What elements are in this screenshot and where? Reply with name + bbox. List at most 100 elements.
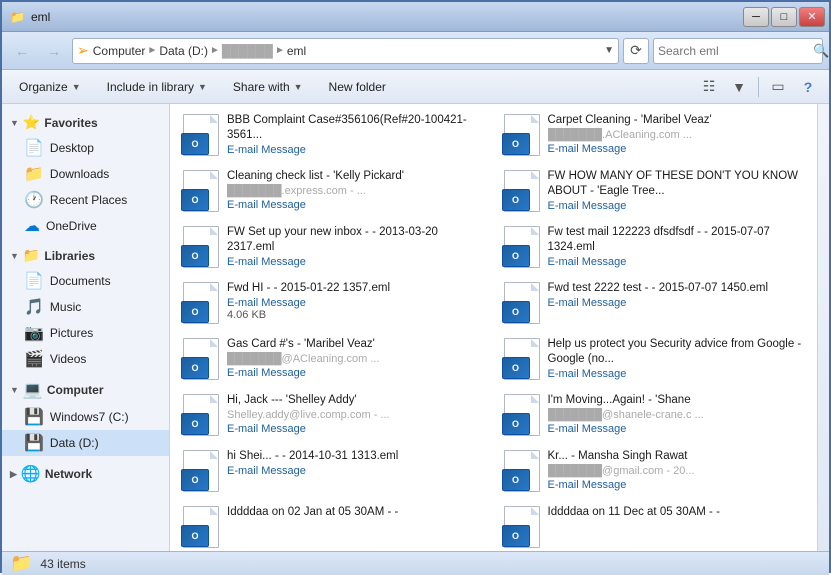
outlook-overlay-3: O <box>502 189 530 211</box>
back-button[interactable]: ← <box>8 38 36 64</box>
file-name-15: Iddddaa on 11 Dec at 05 30AM - - <box>548 505 807 520</box>
list-item[interactable]: O hi Shei... - - 2014-10-31 1313.eml E-m… <box>174 444 493 498</box>
address-part-computer[interactable]: Computer <box>93 44 146 58</box>
computer-label: Computer <box>47 383 104 397</box>
organize-button[interactable]: Organize ▼ <box>10 74 90 100</box>
close-button[interactable]: ✕ <box>799 7 825 27</box>
network-section: ▶ 🌐 Network <box>2 460 169 488</box>
search-icon[interactable]: 🔍 <box>813 43 829 59</box>
sidebar-item-documents[interactable]: 📄 Documents <box>2 268 169 294</box>
network-header[interactable]: ▶ 🌐 Network <box>2 460 169 488</box>
file-size-6: 4.06 KB <box>227 309 486 321</box>
sidebar-item-pictures[interactable]: 📷 Pictures <box>2 320 169 346</box>
share-dropdown-arrow: ▼ <box>294 82 303 92</box>
list-item[interactable]: O Kr... - Mansha Singh Rawat ███████@gma… <box>495 444 814 498</box>
list-item[interactable]: O Gas Card #'s - 'Maribel Veaz' ███████@… <box>174 332 493 386</box>
title-bar-buttons: ─ □ ✕ <box>743 7 825 27</box>
computer-header[interactable]: ▼ 💻 Computer <box>2 376 169 404</box>
file-icon-8: O <box>181 337 221 381</box>
maximize-button[interactable]: □ <box>771 7 797 27</box>
list-item[interactable]: O Iddddaa on 11 Dec at 05 30AM - - <box>495 500 814 551</box>
list-item[interactable]: O Cleaning check list - 'Kelly Pickard' … <box>174 164 493 218</box>
title-bar-left: 📁 eml <box>10 10 50 24</box>
list-item[interactable]: O BBB Complaint Case#356106(Ref#20-10042… <box>174 108 493 162</box>
sidebar-item-data[interactable]: 💾 Data (D:) <box>2 430 169 456</box>
sidebar-item-desktop[interactable]: 📄 Desktop <box>2 135 169 161</box>
list-item[interactable]: O Carpet Cleaning - 'Maribel Veaz' █████… <box>495 108 814 162</box>
outlook-overlay-2: O <box>181 189 209 211</box>
file-icon-7: O <box>502 281 542 325</box>
sidebar-item-windows[interactable]: 💾 Windows7 (C:) <box>2 404 169 430</box>
file-meta-4: FW Set up your new inbox - - 2013-03-20 … <box>227 225 486 268</box>
list-item[interactable]: O FW Set up your new inbox - - 2013-03-2… <box>174 220 493 274</box>
list-item[interactable]: O Fwd HI - - 2015-01-22 1357.eml E-mail … <box>174 276 493 330</box>
sidebar-item-downloads[interactable]: 📁 Downloads <box>2 161 169 187</box>
file-meta-9: Help us protect you Security advice from… <box>548 337 807 380</box>
file-icon-14: O <box>181 505 221 549</box>
organize-label: Organize <box>19 80 68 94</box>
file-name-0: BBB Complaint Case#356106(Ref#20-100421-… <box>227 113 486 143</box>
pictures-icon: 📷 <box>24 323 44 343</box>
favorites-header[interactable]: ▼ ⭐ Favorites <box>2 110 169 135</box>
sidebar-item-videos[interactable]: 🎬 Videos <box>2 346 169 372</box>
address-parts: Computer ► Data (D:) ► ██████ ► eml <box>93 44 306 58</box>
file-icon-1: O <box>502 113 542 157</box>
outlook-overlay-14: O <box>181 525 209 547</box>
file-meta-2: Cleaning check list - 'Kelly Pickard' ██… <box>227 169 486 211</box>
file-subname-1: ███████.ACleaning.com ... <box>548 128 807 142</box>
address-dropdown-arrow[interactable]: ▼ <box>604 45 614 56</box>
sidebar-item-recent[interactable]: 🕐 Recent Places <box>2 187 169 213</box>
address-part-eml[interactable]: eml <box>287 44 306 58</box>
address-bar[interactable]: ➢ Computer ► Data (D:) ► ██████ ► eml ▼ <box>72 38 619 64</box>
list-item[interactable]: O Iddddaa on 02 Jan at 05 30AM - - <box>174 500 493 551</box>
downloads-label: Downloads <box>50 167 109 181</box>
file-type-9: E-mail Message <box>548 368 807 380</box>
file-name-2: Cleaning check list - 'Kelly Pickard' <box>227 169 486 184</box>
new-folder-button[interactable]: New folder <box>320 74 395 100</box>
view-dropdown-button[interactable]: ▼ <box>726 74 752 100</box>
address-part-data[interactable]: Data (D:) <box>159 44 208 58</box>
list-item[interactable]: O FW HOW MANY OF THESE DON'T YOU KNOW AB… <box>495 164 814 218</box>
file-type-1: E-mail Message <box>548 143 807 155</box>
list-item[interactable]: O Help us protect you Security advice fr… <box>495 332 814 386</box>
file-meta-8: Gas Card #'s - 'Maribel Veaz' ███████@AC… <box>227 337 486 379</box>
sidebar-item-music[interactable]: 🎵 Music <box>2 294 169 320</box>
search-box[interactable]: 🔍 <box>653 38 823 64</box>
address-part-hidden[interactable]: ██████ <box>222 44 273 58</box>
file-name-4: FW Set up your new inbox - - 2013-03-20 … <box>227 225 486 255</box>
onedrive-icon: ☁ <box>24 216 40 236</box>
file-name-13: Kr... - Mansha Singh Rawat <box>548 449 807 464</box>
outlook-overlay-11: O <box>502 413 530 435</box>
minimize-button[interactable]: ─ <box>743 7 769 27</box>
search-input[interactable] <box>658 44 813 58</box>
forward-button[interactable]: → <box>40 38 68 64</box>
file-type-7: E-mail Message <box>548 297 807 309</box>
list-item[interactable]: O Fw test mail 122223 dfsdfsdf - - 2015-… <box>495 220 814 274</box>
libraries-header[interactable]: ▼ 📁 Libraries <box>2 243 169 268</box>
list-item[interactable]: O I'm Moving...Again! - 'Shane ███████@s… <box>495 388 814 442</box>
new-folder-label: New folder <box>329 80 386 94</box>
help-button[interactable]: ? <box>795 74 821 100</box>
list-item[interactable]: O Hi, Jack --- 'Shelley Addy' Shelley.ad… <box>174 388 493 442</box>
refresh-button[interactable]: ⟳ <box>623 38 649 64</box>
toolbar: Organize ▼ Include in library ▼ Share wi… <box>2 70 829 104</box>
view-options-button[interactable]: ☷ <box>696 74 722 100</box>
preview-pane-button[interactable]: ▭ <box>765 74 791 100</box>
list-item[interactable]: O Fwd test 2222 test - - 2015-07-07 1450… <box>495 276 814 330</box>
sidebar-item-onedrive[interactable]: ☁ OneDrive <box>2 213 169 239</box>
file-subname-11: ███████@shanele-crane.c ... <box>548 408 807 422</box>
file-icon-13: O <box>502 449 542 493</box>
include-library-button[interactable]: Include in library ▼ <box>98 74 216 100</box>
file-name-5: Fw test mail 122223 dfsdfsdf - - 2015-07… <box>548 225 807 255</box>
file-icon-6: O <box>181 281 221 325</box>
share-with-button[interactable]: Share with ▼ <box>224 74 312 100</box>
address-folder-icon: ➢ <box>77 42 89 59</box>
libraries-section: ▼ 📁 Libraries 📄 Documents 🎵 Music 📷 Pict… <box>2 243 169 372</box>
pictures-label: Pictures <box>50 326 93 340</box>
sidebar: ▼ ⭐ Favorites 📄 Desktop 📁 Downloads 🕐 Re… <box>2 104 170 551</box>
data-icon: 💾 <box>24 433 44 453</box>
file-meta-11: I'm Moving...Again! - 'Shane ███████@sha… <box>548 393 807 435</box>
file-icon-4: O <box>181 225 221 269</box>
file-subname-13: ███████@gmail.com - 20... <box>548 464 807 478</box>
file-type-3: E-mail Message <box>548 200 807 212</box>
